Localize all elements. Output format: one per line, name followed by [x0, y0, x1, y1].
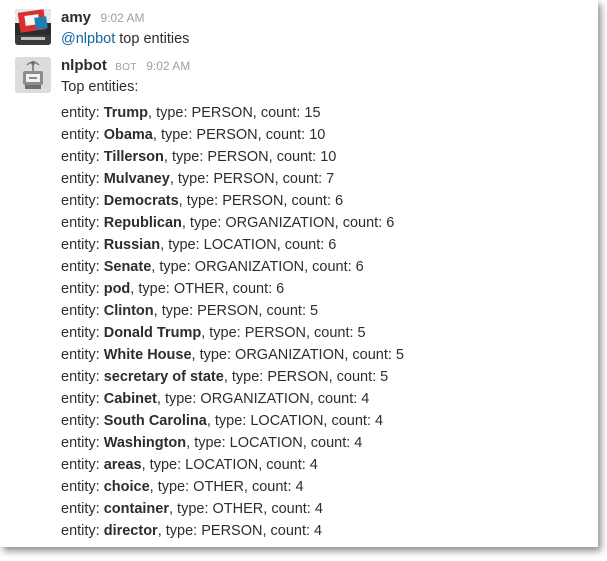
entity-line: entity: choice, type: OTHER, count: 4	[61, 476, 592, 498]
entity-details: , type: PERSON, count: 5	[201, 325, 366, 341]
entity-name: choice	[103, 479, 150, 495]
entity-line: entity: White House, type: ORGANIZATION,…	[61, 344, 592, 366]
entity-details: , type: ORGANIZATION, count: 6	[181, 215, 395, 231]
entity-name: areas	[103, 457, 142, 473]
entity-prefix: entity:	[61, 193, 104, 209]
username[interactable]: amy	[61, 9, 91, 26]
entity-prefix: entity:	[61, 435, 104, 451]
timestamp[interactable]: 9:02 AM	[146, 59, 190, 73]
message-header: Top entities:	[61, 79, 139, 95]
entity-name: South Carolina	[103, 413, 207, 429]
entity-name: Tillerson	[103, 149, 164, 165]
entity-name: Russian	[103, 237, 161, 253]
entity-line: entity: Tillerson, type: PERSON, count: …	[61, 146, 592, 168]
entity-prefix: entity:	[61, 127, 104, 143]
entity-prefix: entity:	[61, 215, 104, 231]
entity-prefix: entity:	[61, 259, 104, 275]
entity-name: container	[103, 501, 169, 517]
robot-avatar-icon[interactable]	[15, 57, 51, 93]
entity-details: , type: ORGANIZATION, count: 6	[151, 259, 364, 275]
entity-prefix: entity:	[61, 413, 104, 429]
entity-line: entity: Democrats, type: PERSON, count: …	[61, 190, 592, 212]
message-meta: amy 9:02 AM	[61, 8, 592, 28]
entity-line: entity: director, type: PERSON, count: 4	[61, 520, 592, 542]
entity-prefix: entity:	[61, 105, 104, 121]
entity-name: Republican	[103, 215, 182, 231]
entity-line: entity: Washington, type: LOCATION, coun…	[61, 432, 592, 454]
entity-prefix: entity:	[61, 523, 104, 539]
entity-prefix: entity:	[61, 479, 104, 495]
entity-prefix: entity:	[61, 303, 104, 319]
message-meta: nlpbot BOT 9:02 AM	[61, 56, 592, 76]
entity-name: White House	[103, 347, 192, 363]
entity-prefix: entity:	[61, 501, 104, 517]
entity-name: Trump	[103, 105, 149, 121]
entity-prefix: entity:	[61, 171, 104, 187]
entity-prefix: entity:	[61, 237, 104, 253]
entity-line: entity: Donald Trump, type: PERSON, coun…	[61, 322, 592, 344]
entity-details: , type: PERSON, count: 7	[169, 171, 335, 187]
entity-details: , type: OTHER, count: 4	[149, 479, 304, 495]
entity-name: Donald Trump	[103, 325, 202, 341]
entity-list: entity: Trump, type: PERSON, count: 15 en…	[61, 102, 592, 542]
entity-line: entity: Senate, type: ORGANIZATION, coun…	[61, 256, 592, 278]
entity-prefix: entity:	[61, 457, 104, 473]
entity-details: , type: ORGANIZATION, count: 4	[156, 391, 370, 407]
entity-details: , type: PERSON, count: 15	[148, 105, 321, 121]
entity-name: Democrats	[103, 193, 179, 209]
entity-prefix: entity:	[61, 391, 104, 407]
entity-line: entity: container, type: OTHER, count: 4	[61, 498, 592, 520]
entity-details: , type: PERSON, count: 6	[178, 193, 344, 209]
entity-prefix: entity:	[61, 347, 104, 363]
entity-name: Senate	[103, 259, 152, 275]
entity-details: , type: OTHER, count: 4	[168, 501, 323, 517]
entity-line: entity: Clinton, type: PERSON, count: 5	[61, 300, 592, 322]
entity-details: , type: LOCATION, count: 4	[186, 435, 363, 451]
entity-details: , type: PERSON, count: 5	[153, 303, 319, 319]
entity-line: entity: Russian, type: LOCATION, count: …	[61, 234, 592, 256]
entity-line: entity: Trump, type: PERSON, count: 15	[61, 102, 592, 124]
message-text: @nlpbot top entities	[61, 28, 592, 50]
entity-name: secretary of state	[103, 369, 224, 385]
entity-details: , type: LOCATION, count: 4	[141, 457, 318, 473]
entity-line: entity: Obama, type: PERSON, count: 10	[61, 124, 592, 146]
entity-prefix: entity:	[61, 369, 104, 385]
entity-name: Obama	[103, 127, 153, 143]
entity-name: pod	[103, 281, 131, 297]
entity-details: , type: LOCATION, count: 4	[206, 413, 384, 429]
entity-details: , type: OTHER, count: 6	[130, 281, 285, 297]
entity-prefix: entity:	[61, 281, 104, 297]
entity-line: entity: Republican, type: ORGANIZATION, …	[61, 212, 592, 234]
entity-line: entity: secretary of state, type: PERSON…	[61, 366, 592, 388]
entity-line: entity: Cabinet, type: ORGANIZATION, cou…	[61, 388, 592, 410]
entity-prefix: entity:	[61, 149, 104, 165]
entity-line: entity: areas, type: LOCATION, count: 4	[61, 454, 592, 476]
entity-details: , type: LOCATION, count: 6	[160, 237, 337, 253]
chat-window: amy 9:02 AM @nlpbot top entities nlpbot …	[0, 0, 598, 547]
entity-details: , type: PERSON, count: 5	[223, 369, 389, 385]
entity-details: , type: PERSON, count: 4	[157, 523, 323, 539]
bot-badge: BOT	[115, 62, 137, 73]
message-body: top entities	[115, 31, 190, 47]
entity-name: Clinton	[103, 303, 154, 319]
user-avatar-icon[interactable]	[15, 9, 51, 45]
entity-name: director	[103, 523, 158, 539]
entity-line: entity: South Carolina, type: LOCATION, …	[61, 410, 592, 432]
entity-line: entity: pod, type: OTHER, count: 6	[61, 278, 592, 300]
entity-name: Mulvaney	[103, 171, 170, 187]
entity-prefix: entity:	[61, 325, 104, 341]
entity-line: entity: Mulvaney, type: PERSON, count: 7	[61, 168, 592, 190]
entity-name: Washington	[103, 435, 187, 451]
entity-name: Cabinet	[103, 391, 157, 407]
username[interactable]: nlpbot	[61, 57, 107, 74]
entity-details: , type: PERSON, count: 10	[152, 127, 326, 143]
entity-details: , type: ORGANIZATION, count: 5	[191, 347, 404, 363]
timestamp[interactable]: 9:02 AM	[100, 11, 144, 25]
entity-details: , type: PERSON, count: 10	[163, 149, 337, 165]
mention-link[interactable]: @nlpbot	[61, 31, 115, 47]
